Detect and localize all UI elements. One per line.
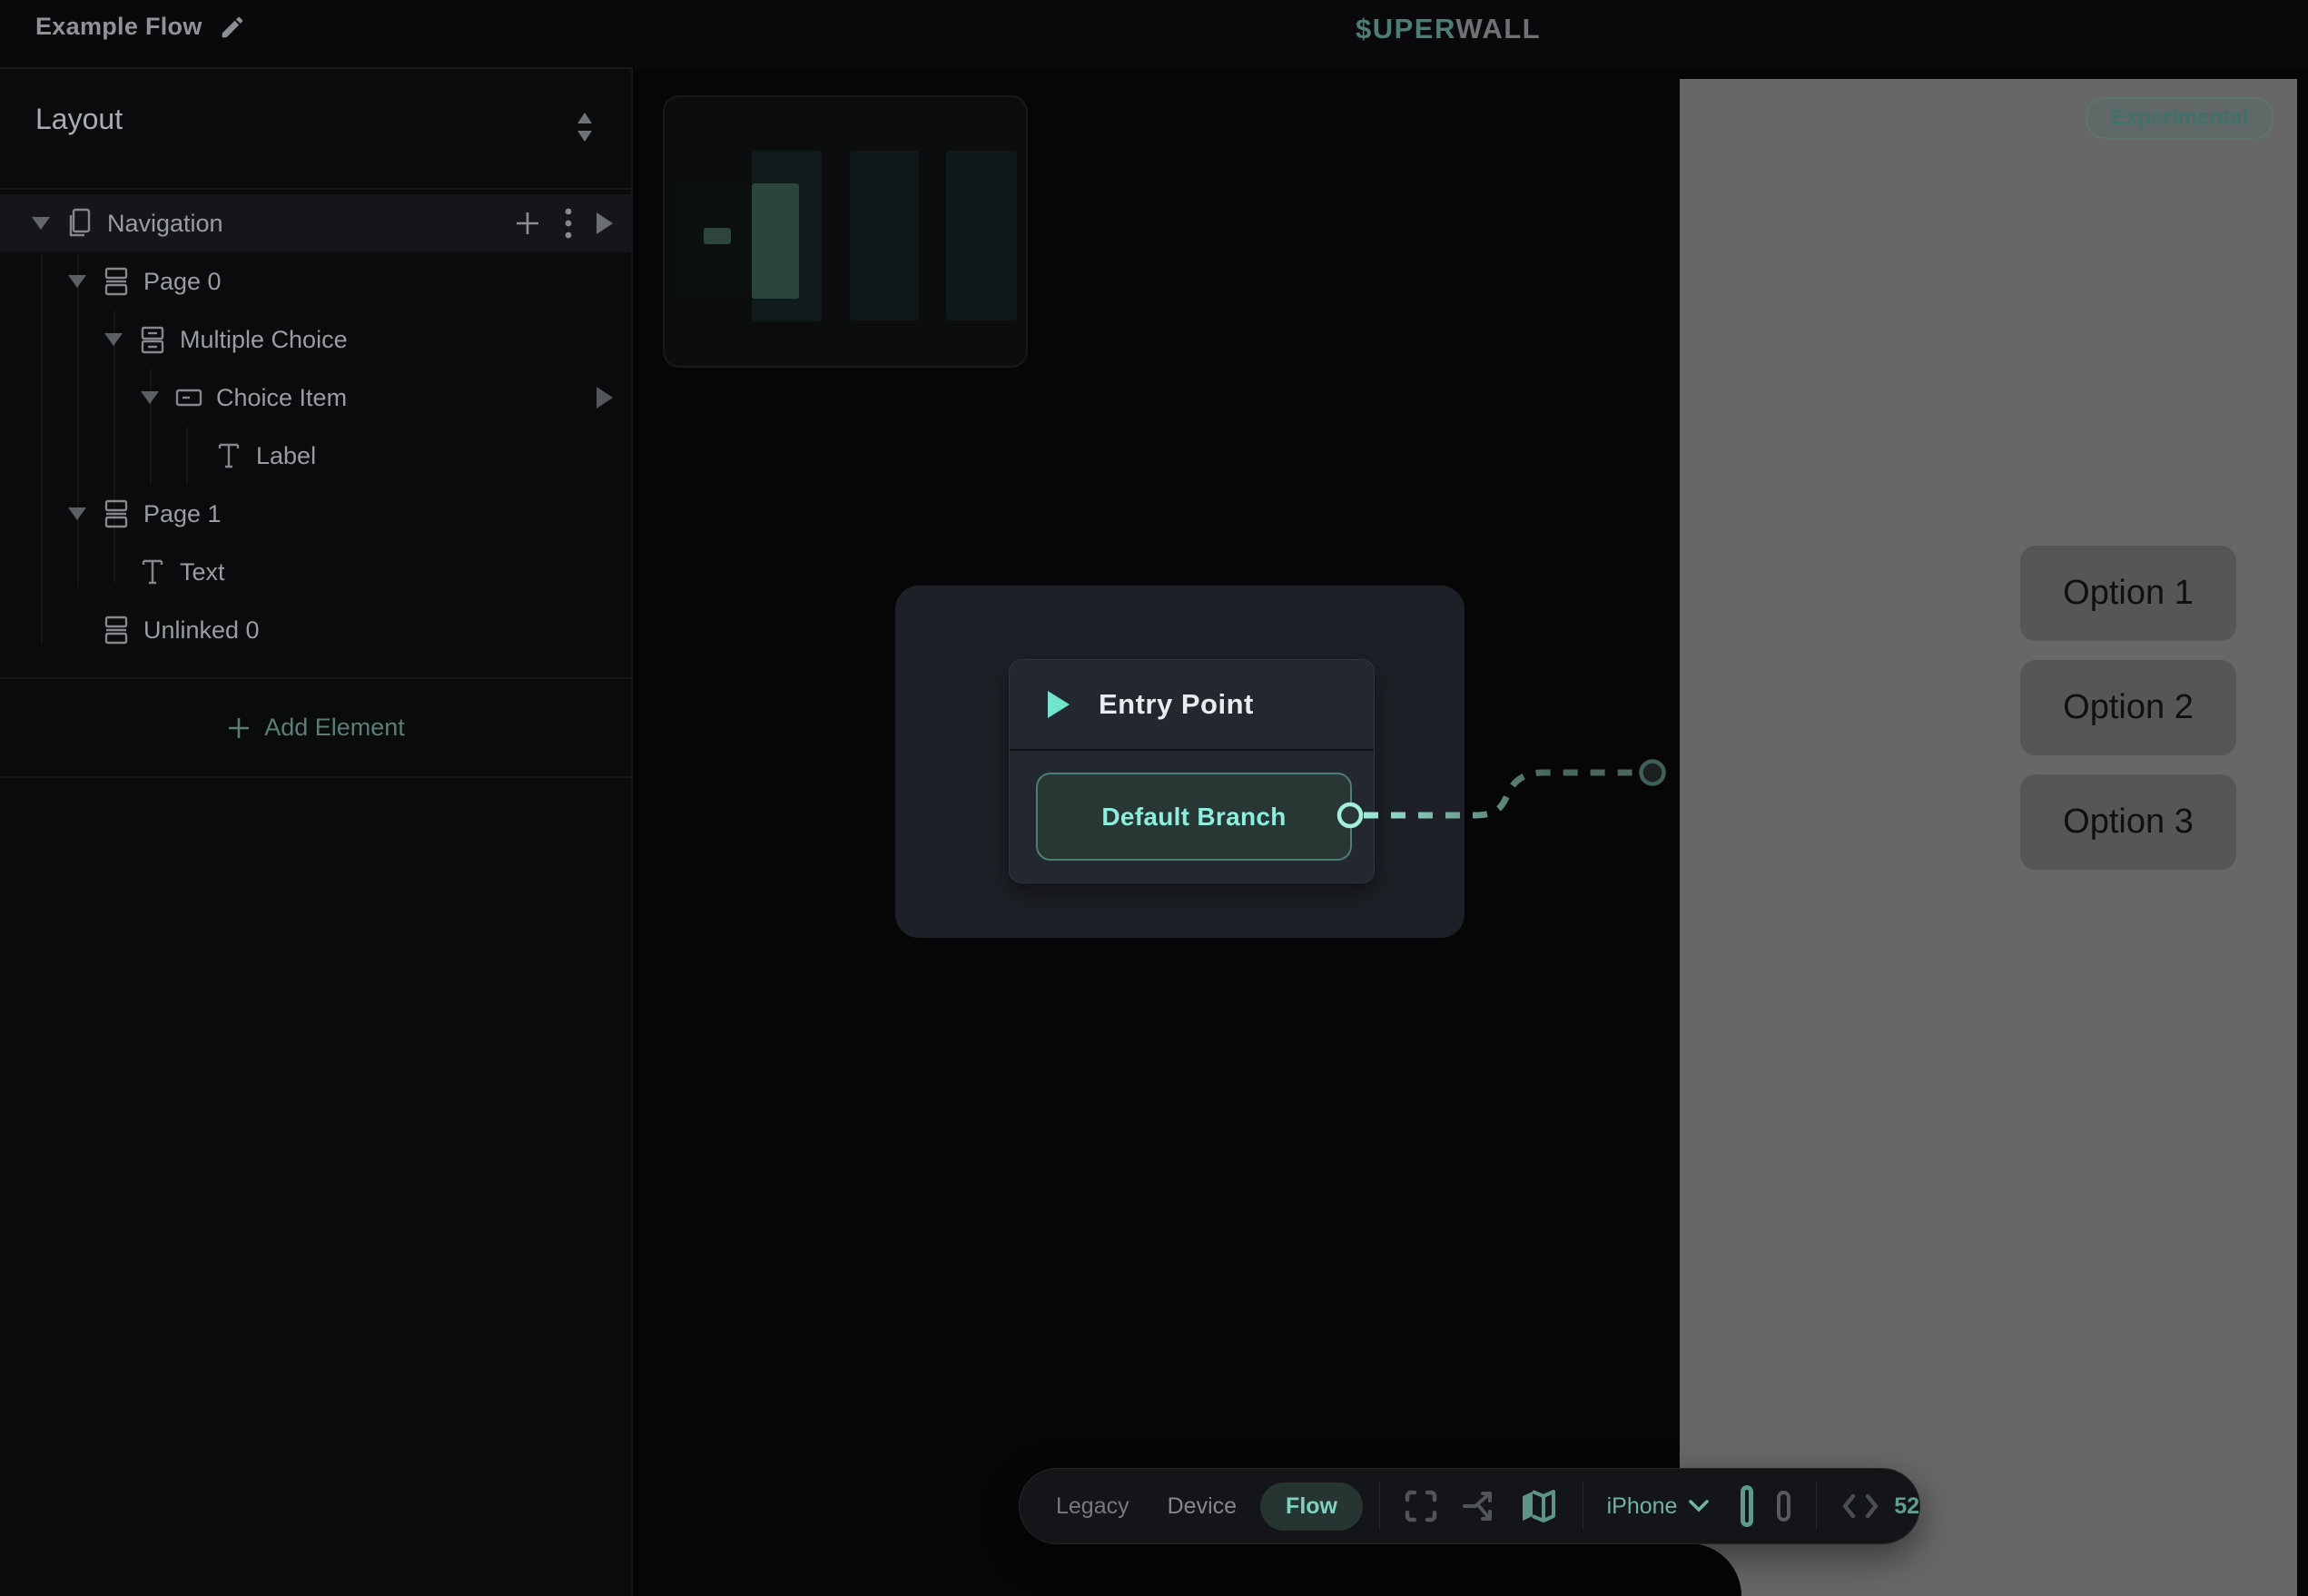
tree-row-page-0[interactable]: Page 0 bbox=[0, 252, 631, 310]
caret-down-icon[interactable] bbox=[31, 216, 51, 231]
multiple-choice-icon bbox=[138, 324, 167, 355]
layout-panel-title: Layout bbox=[35, 103, 123, 136]
tree-row-text[interactable]: Text bbox=[0, 543, 631, 601]
tree-row-label: Label bbox=[256, 442, 316, 470]
logo-accent-text: $UPER bbox=[1356, 13, 1455, 44]
tree-row-choice-item[interactable]: Choice Item bbox=[0, 369, 631, 427]
tree-row-label: Choice Item bbox=[216, 384, 347, 412]
preview-option-3-button[interactable]: Option 3 bbox=[2020, 774, 2236, 870]
orientation-portrait-button[interactable] bbox=[1741, 1485, 1752, 1527]
sort-toggle-icon[interactable] bbox=[573, 109, 597, 145]
code-icon[interactable] bbox=[1841, 1493, 1879, 1520]
chevron-down-icon bbox=[1688, 1499, 1710, 1513]
minimap-highlight-block bbox=[752, 183, 799, 299]
minimap-page-column bbox=[850, 151, 919, 320]
play-icon[interactable] bbox=[595, 385, 615, 410]
page-icon bbox=[102, 615, 131, 645]
layout-sidebar: Layout Navigation bbox=[0, 67, 633, 1596]
experimental-badge: Experimental bbox=[2086, 97, 2273, 139]
canvas-corner-mask bbox=[1625, 1543, 1741, 1596]
orientation-landscape-button[interactable] bbox=[1777, 1491, 1790, 1522]
tree-row-label: Page 1 bbox=[143, 500, 222, 528]
fullscreen-icon[interactable] bbox=[1403, 1488, 1439, 1524]
flow-tab[interactable]: Flow bbox=[1260, 1483, 1363, 1531]
entry-point-label: Entry Point bbox=[1099, 688, 1254, 721]
default-branch-button[interactable]: Default Branch bbox=[1036, 773, 1352, 861]
tree-row-multiple-choice[interactable]: Multiple Choice bbox=[0, 310, 631, 369]
plus-icon bbox=[226, 715, 252, 741]
code-count: 52 bbox=[1894, 1493, 1919, 1520]
preview-option-2-button[interactable]: Option 2 bbox=[2020, 660, 2236, 755]
connector-endpoint-handle[interactable] bbox=[1642, 762, 1664, 784]
app-window: Example Flow $UPERWALL Layout bbox=[0, 0, 2308, 1596]
tree-row-label: Text bbox=[180, 558, 225, 586]
kebab-icon[interactable] bbox=[564, 206, 573, 241]
device-preview-panel: Experimental Option 1 Option 2 Option 3 bbox=[1680, 79, 2297, 1596]
device-tab[interactable]: Device bbox=[1168, 1493, 1237, 1520]
add-element-button[interactable]: Add Element bbox=[0, 679, 631, 778]
tree-row-page-1[interactable]: Page 1 bbox=[0, 485, 631, 543]
tree-row-label-element[interactable]: Label bbox=[0, 427, 631, 485]
flow-minimap[interactable] bbox=[663, 95, 1028, 368]
entry-point-node[interactable]: Entry Point Default Branch bbox=[1009, 659, 1375, 883]
edit-pencil-icon[interactable] bbox=[219, 14, 246, 41]
option-label: Option 1 bbox=[2063, 574, 2194, 613]
device-selector[interactable]: iPhone bbox=[1607, 1493, 1711, 1520]
layout-panel-header: Layout bbox=[0, 69, 631, 190]
minimap-branch-chip bbox=[704, 228, 731, 244]
add-element-label: Add Element bbox=[264, 714, 405, 742]
plus-icon[interactable] bbox=[513, 209, 542, 238]
text-icon bbox=[138, 557, 167, 586]
tree-row-navigation[interactable]: Navigation bbox=[0, 194, 631, 252]
caret-down-icon[interactable] bbox=[67, 507, 87, 521]
caret-down-icon[interactable] bbox=[67, 274, 87, 289]
map-icon[interactable] bbox=[1519, 1489, 1557, 1523]
branch-split-icon[interactable] bbox=[1461, 1488, 1497, 1524]
page-icon bbox=[102, 266, 131, 297]
top-bar: Example Flow $UPERWALL bbox=[0, 0, 2308, 67]
viewport-toolbar: Legacy Device Flow iPhone 52 bbox=[1019, 1468, 1920, 1544]
layout-tree: Navigation Page 0 bbox=[0, 190, 631, 679]
entry-point-header: Entry Point bbox=[1010, 660, 1374, 751]
legacy-tab[interactable]: Legacy bbox=[1056, 1493, 1129, 1520]
tree-row-label: Page 0 bbox=[143, 268, 222, 296]
minimap-page-column bbox=[946, 151, 1017, 320]
caret-down-icon[interactable] bbox=[140, 390, 160, 405]
superwall-logo: $UPERWALL bbox=[1356, 13, 1541, 45]
tree-row-unlinked-0[interactable]: Unlinked 0 bbox=[0, 601, 631, 659]
preview-option-1-button[interactable]: Option 1 bbox=[2020, 546, 2236, 641]
caret-down-icon[interactable] bbox=[104, 332, 123, 347]
option-label: Option 2 bbox=[2063, 688, 2194, 727]
text-icon bbox=[214, 441, 243, 470]
navigation-icon bbox=[65, 208, 94, 239]
tree-row-label: Multiple Choice bbox=[180, 326, 348, 354]
logo-rest-text: WALL bbox=[1455, 13, 1541, 44]
default-branch-label: Default Branch bbox=[1101, 803, 1286, 832]
flow-title: Example Flow bbox=[35, 13, 202, 41]
play-icon[interactable] bbox=[595, 211, 615, 236]
page-icon bbox=[102, 498, 131, 529]
choice-item-icon bbox=[174, 389, 203, 407]
tree-row-label: Unlinked 0 bbox=[143, 616, 260, 645]
tree-row-label: Navigation bbox=[107, 210, 223, 238]
device-selector-label: iPhone bbox=[1607, 1493, 1678, 1520]
flow-node-group[interactable]: Entry Point Default Branch bbox=[895, 586, 1465, 938]
entry-play-icon bbox=[1046, 689, 1071, 720]
option-label: Option 3 bbox=[2063, 803, 2194, 842]
flow-title-group: Example Flow bbox=[35, 13, 246, 41]
